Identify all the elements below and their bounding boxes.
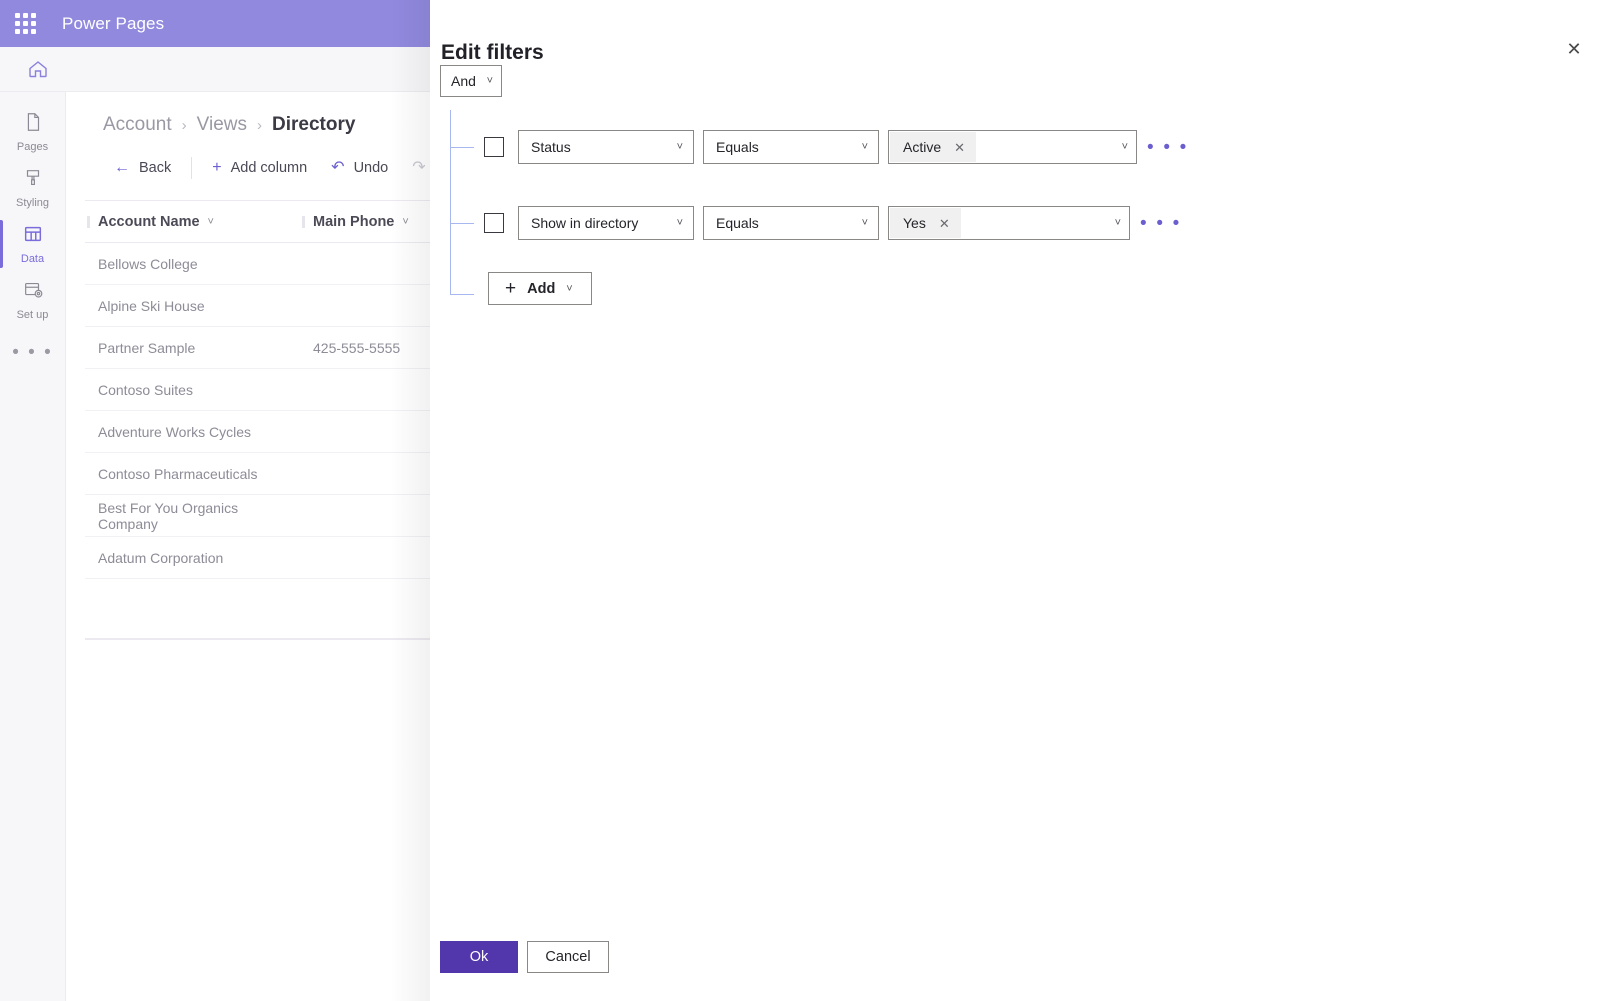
- undo-button[interactable]: ↶ Undo: [319, 154, 400, 182]
- brush-icon: [22, 167, 44, 194]
- filter-row: Status ˅ Equals ˅ Active ✕ ˅ • • •: [484, 130, 1189, 164]
- chevron-down-icon: ˅: [676, 141, 683, 153]
- chevron-down-icon: ˅: [207, 215, 214, 228]
- column-header-label: Account Name: [98, 213, 200, 230]
- column-header-label: Main Phone: [313, 213, 395, 230]
- filter-row: Show in directory ˅ Equals ˅ Yes ✕ ˅ • •…: [484, 206, 1182, 240]
- left-rail: Pages Styling Data Set up • • •: [0, 92, 66, 1001]
- breadcrumb-item-views[interactable]: Views: [197, 114, 247, 136]
- sidebar-item-label: Data: [20, 253, 45, 265]
- sidebar-item-setup[interactable]: Set up: [0, 272, 66, 328]
- tree-branch-line: [450, 147, 474, 148]
- chevron-down-icon: ˅: [486, 75, 493, 87]
- plus-icon: +: [505, 278, 517, 299]
- breadcrumb-separator: ›: [257, 116, 262, 134]
- filter-column-dropdown[interactable]: Show in directory ˅: [518, 206, 694, 240]
- filter-value-chip: Yes ✕: [890, 208, 961, 238]
- filter-row-checkbox[interactable]: [484, 137, 504, 157]
- chevron-down-icon: ˅: [861, 141, 868, 153]
- chevron-down-icon: ˅: [402, 215, 409, 228]
- filter-operator-value: Equals: [716, 139, 759, 155]
- tree-vertical-line: [450, 110, 451, 295]
- panel-footer: Ok Cancel: [440, 941, 609, 973]
- ok-button[interactable]: Ok: [440, 941, 518, 973]
- edit-filters-panel: ✕ Edit filters And ˅ Status ˅ Equals ˅ A…: [430, 0, 1609, 1001]
- filter-operator-dropdown[interactable]: Equals ˅: [703, 130, 879, 164]
- close-icon[interactable]: ✕: [1558, 33, 1590, 65]
- tree-branch-line: [450, 294, 474, 295]
- cell-account-name: Contoso Pharmaceuticals: [98, 465, 258, 482]
- sidebar-item-label: Styling: [15, 197, 50, 209]
- chevron-down-icon: ˅: [676, 217, 683, 229]
- filter-column-dropdown[interactable]: Status ˅: [518, 130, 694, 164]
- plus-icon: +: [212, 159, 222, 176]
- cell-account-name: Partner Sample: [98, 339, 196, 356]
- app-title: Power Pages: [62, 13, 165, 33]
- chevron-down-icon: ˅: [566, 282, 573, 295]
- cancel-button[interactable]: Cancel: [527, 941, 609, 973]
- filter-value-text: Yes: [903, 215, 926, 231]
- sidebar-more-icon[interactable]: • • •: [12, 342, 53, 364]
- filter-value-text: Active: [903, 139, 942, 155]
- app-launcher-icon[interactable]: [8, 13, 42, 34]
- cell-account-name: Adatum Corporation: [98, 549, 224, 566]
- sidebar-item-styling[interactable]: Styling: [0, 160, 66, 216]
- page-title: Edit filters: [441, 41, 544, 64]
- breadcrumb-item-account[interactable]: Account: [103, 114, 172, 136]
- cell-account-name: Best For You Organics Company: [98, 499, 239, 532]
- breadcrumb-separator: ›: [181, 116, 187, 134]
- redo-icon: ↷: [412, 159, 426, 176]
- chevron-down-icon: ˅: [1114, 217, 1121, 229]
- filter-group-operator-value: And: [451, 73, 476, 89]
- cell-account-name: Bellows College: [98, 255, 198, 272]
- app-root: Power Pages Pages Styling Data Set up • …: [0, 0, 1609, 1001]
- add-column-button[interactable]: + Add column: [200, 154, 319, 182]
- filter-value-chip: Active ✕: [890, 132, 977, 162]
- add-column-label: Add column: [230, 160, 308, 176]
- cell-account-name: Alpine Ski House: [98, 297, 205, 314]
- undo-icon: ↶: [331, 159, 345, 176]
- arrow-left-icon: ←: [114, 159, 130, 176]
- sidebar-item-data[interactable]: Data: [0, 216, 66, 272]
- sidebar-item-label: Set up: [16, 309, 49, 321]
- chevron-down-icon: ˅: [1121, 141, 1128, 153]
- cell-account-name: Contoso Suites: [98, 381, 193, 398]
- filter-value-field[interactable]: Active ✕ ˅: [888, 130, 1137, 164]
- filter-operator-dropdown[interactable]: Equals ˅: [703, 206, 879, 240]
- back-button[interactable]: ← Back: [102, 154, 183, 182]
- remove-value-icon[interactable]: ✕: [954, 141, 965, 154]
- add-filter-label: Add: [527, 280, 556, 297]
- filter-row-checkbox[interactable]: [484, 213, 504, 233]
- breadcrumb-item-directory: Directory: [272, 114, 356, 135]
- filter-row-menu-icon[interactable]: • • •: [1137, 138, 1189, 157]
- remove-value-icon[interactable]: ✕: [939, 217, 950, 230]
- filter-column-value: Status: [531, 139, 571, 155]
- command-divider: [191, 157, 193, 179]
- chevron-down-icon: ˅: [861, 217, 868, 229]
- sidebar-item-pages[interactable]: Pages: [0, 104, 66, 160]
- sidebar-item-label: Pages: [16, 141, 49, 153]
- add-filter-button[interactable]: + Add ˅: [488, 272, 592, 305]
- page-icon: [22, 111, 44, 138]
- table-icon: [22, 223, 44, 250]
- tree-branch-line: [450, 223, 474, 224]
- filter-value-field[interactable]: Yes ✕ ˅: [888, 206, 1130, 240]
- undo-label: Undo: [353, 160, 389, 176]
- cell-account-name: Adventure Works Cycles: [98, 423, 252, 440]
- filter-row-menu-icon[interactable]: • • •: [1130, 214, 1182, 233]
- filter-column-value: Show in directory: [531, 215, 639, 231]
- back-label: Back: [139, 160, 172, 176]
- home-icon[interactable]: [26, 57, 50, 81]
- filter-operator-value: Equals: [716, 215, 759, 231]
- setup-icon: [22, 279, 44, 306]
- column-header-account-name[interactable]: Account Name ˅: [85, 214, 300, 230]
- filter-group-operator-dropdown[interactable]: And ˅: [440, 65, 502, 97]
